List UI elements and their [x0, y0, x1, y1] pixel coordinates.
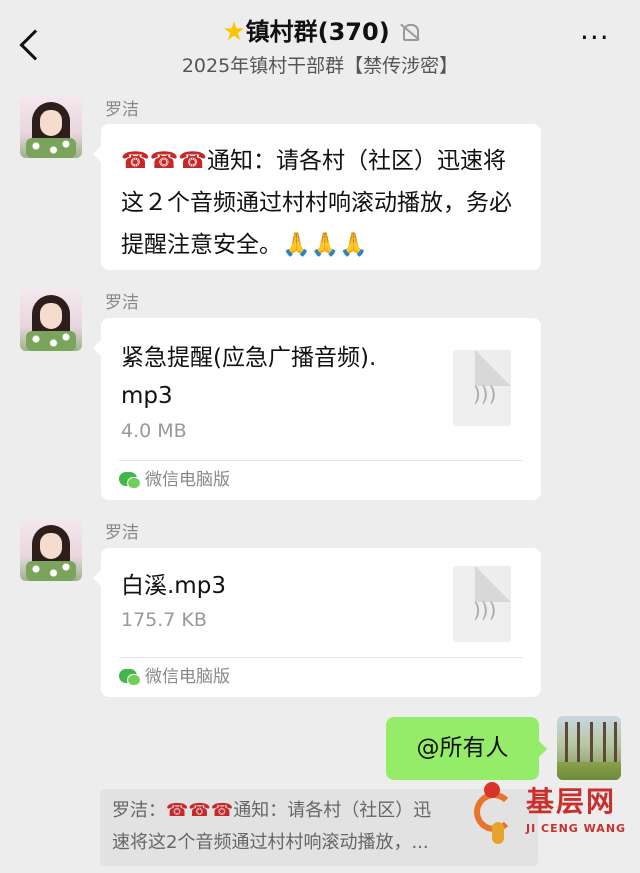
group-subtitle: 2025年镇村干部群【禁传涉密】 — [181, 55, 459, 77]
file-message-bubble[interactable]: 白溪.mp3 175.7 KB ))) 微信电脑版 — [93, 548, 541, 697]
text-message-bubble[interactable]: ☎☎☎通知：请各村（社区）迅速将这２个音频通过村村响滚动播放，务必提醒注意安全。… — [93, 124, 541, 270]
divider — [119, 460, 523, 461]
quote-sender: 罗洁： — [112, 800, 166, 821]
audio-file-icon: ))) — [453, 350, 511, 426]
telephone-icon: ☎☎☎ — [166, 800, 234, 821]
star-icon: ★ — [222, 17, 246, 47]
avatar[interactable] — [20, 519, 82, 581]
telephone-icon: ☎☎☎ — [121, 148, 207, 174]
watermark-logo: 基层网 JI CENG WANG — [470, 776, 640, 866]
my-message-bubble[interactable]: @所有人 — [386, 717, 547, 780]
chat-header: ★镇村群(370) 2025年镇村干部群【禁传涉密】 ··· — [0, 0, 640, 92]
file-name-ext: mp3 — [121, 383, 173, 409]
file-message-bubble[interactable]: 紧急提醒(应急广播音频). mp3 4.0 MB ))) 微信电脑版 — [93, 318, 541, 500]
group-name: 镇村群(370) — [245, 18, 390, 46]
sender-name: 罗洁 — [105, 100, 139, 120]
divider — [119, 657, 523, 658]
avatar[interactable] — [20, 289, 82, 351]
sender-name: 罗洁 — [105, 523, 139, 543]
my-avatar[interactable] — [557, 716, 621, 780]
sender-name: 罗洁 — [105, 293, 139, 313]
more-options-icon[interactable]: ··· — [580, 24, 610, 52]
quote-text-line2: 速将这2个音频通过村村响滚动播放，... — [112, 832, 429, 853]
quote-text-line1: 通知：请各村（社区）迅 — [233, 800, 432, 821]
wechat-icon — [119, 669, 141, 686]
chat-title[interactable]: ★镇村群(370) — [0, 14, 640, 50]
source-label: 微信电脑版 — [119, 469, 230, 491]
file-size: 175.7 KB — [121, 609, 207, 631]
watermark-title: 基层网 — [526, 785, 617, 818]
wechat-icon — [119, 472, 141, 489]
praying-hands-icon: 🙏🙏🙏 — [282, 232, 368, 258]
source-label: 微信电脑版 — [119, 666, 230, 688]
watermark-emblem-icon — [470, 782, 518, 846]
mute-bell-icon — [400, 22, 419, 42]
file-name: 白溪.mp3 — [121, 573, 226, 599]
watermark-subtitle: JI CENG WANG — [526, 822, 627, 835]
file-name: 紧急提醒(应急广播音频). — [121, 345, 377, 371]
audio-file-icon: ))) — [453, 566, 511, 642]
avatar[interactable] — [20, 96, 82, 158]
file-size: 4.0 MB — [121, 420, 187, 442]
